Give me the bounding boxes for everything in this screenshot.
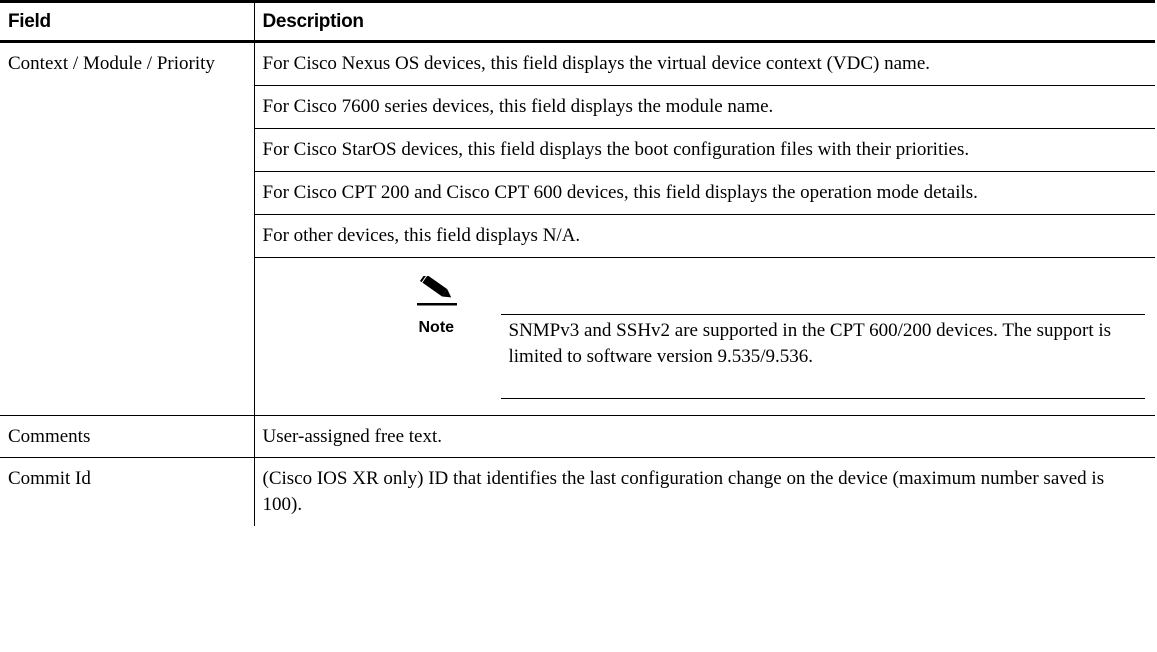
- field-name: Context / Module / Priority: [0, 41, 254, 416]
- note-block: Note SNMPv3 and SSHv2 are supported in t…: [254, 257, 1155, 415]
- field-description-table: Field Description Context / Module / Pri…: [0, 0, 1155, 526]
- description-cell: For Cisco Nexus OS devices, this field d…: [253, 41, 1155, 416]
- pencil-note-icon: [416, 276, 457, 306]
- description-paragraph: For Cisco 7600 series devices, this fiel…: [254, 85, 1155, 128]
- note-top-rule: [500, 314, 1145, 315]
- table-header-row: Field Description: [0, 0, 1155, 43]
- note-text: SNMPv3 and SSHv2 are supported in the CP…: [508, 320, 1112, 367]
- field-column-header: Field: [0, 0, 254, 43]
- description-column-header: Description: [253, 0, 1155, 43]
- description-paragraph: For other devices, this field displays N…: [254, 214, 1155, 257]
- field-name: Commit Id: [8, 468, 91, 489]
- note-bottom-rule: [500, 398, 1145, 399]
- description-paragraph: For Cisco Nexus OS devices, this field d…: [262, 53, 931, 74]
- table-row: Context / Module / Priority For Cisco Ne…: [0, 41, 1155, 416]
- description-paragraph: For Cisco CPT 200 and Cisco CPT 600 devi…: [254, 171, 1155, 214]
- table-row: Comments User-assigned free text.: [0, 415, 1155, 458]
- description-paragraph: User-assigned free text.: [262, 426, 443, 447]
- note-label: Note: [418, 319, 455, 336]
- description-paragraph: (Cisco IOS XR only) ID that identifies t…: [262, 468, 1105, 515]
- table-row: Commit Id (Cisco IOS XR only) ID that id…: [0, 457, 1155, 526]
- description-paragraph: For Cisco StarOS devices, this field dis…: [254, 128, 1155, 171]
- field-name: Comments: [0, 415, 254, 458]
- description-cell: (Cisco IOS XR only) ID that identifies t…: [253, 457, 1155, 526]
- description-cell: User-assigned free text.: [253, 415, 1155, 458]
